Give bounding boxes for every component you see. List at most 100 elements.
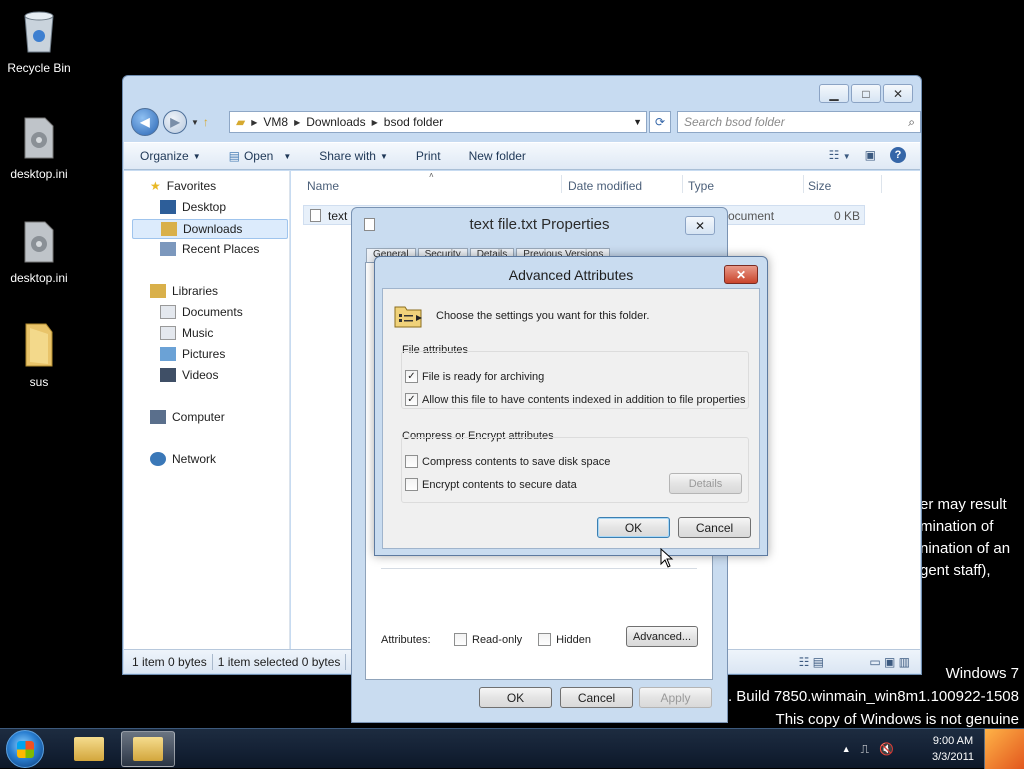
desktop-ini-file-2[interactable]: desktop.ini: [1, 220, 77, 285]
column-header-date-modified[interactable]: Date modified: [568, 179, 642, 193]
navigation-pane: ★ Favorites Desktop Downloads Recent Plac…: [124, 171, 290, 649]
close-button[interactable]: ✕: [685, 216, 715, 235]
address-bar[interactable]: ▰ ▶ VM8 ▶ Downloads ▶ bsod folder ▼: [229, 111, 647, 133]
archive-option[interactable]: ✓ File is ready for archiving: [405, 370, 544, 383]
advanced-button[interactable]: Advanced...: [626, 626, 698, 647]
dialog-title: text file.txt Properties: [469, 216, 610, 233]
encrypt-checkbox[interactable]: [405, 478, 418, 491]
column-header-size[interactable]: Size: [808, 179, 831, 193]
nav-computer[interactable]: Computer: [150, 410, 225, 424]
breadcrumb-item[interactable]: Downloads: [306, 115, 365, 129]
index-checkbox[interactable]: ✓: [405, 393, 418, 406]
column-separator[interactable]: [682, 175, 683, 193]
readonly-checkbox[interactable]: [454, 633, 467, 646]
nav-music[interactable]: Music: [160, 326, 213, 340]
refresh-button[interactable]: ⟳: [649, 111, 671, 133]
breadcrumb-arrow-icon[interactable]: ▶: [294, 118, 300, 127]
nav-documents[interactable]: Documents: [160, 305, 243, 319]
volume-muted-icon[interactable]: 🔇: [879, 742, 894, 756]
start-button[interactable]: [6, 730, 44, 768]
cancel-button[interactable]: Cancel: [560, 687, 633, 708]
folder-icon: [133, 737, 163, 761]
dialog-description: Choose the settings you want for this fo…: [436, 310, 650, 322]
desktop-icon-label: Recycle Bin: [7, 61, 71, 75]
breadcrumb-arrow-icon[interactable]: ▶: [251, 118, 257, 127]
index-option[interactable]: ✓ Allow this file to have contents index…: [405, 393, 745, 406]
address-dropdown-icon[interactable]: ▼: [633, 117, 642, 127]
index-label: Allow this file to have contents indexed…: [422, 393, 746, 406]
apply-button[interactable]: Apply: [639, 687, 712, 708]
column-header-name[interactable]: Name: [307, 179, 339, 193]
network-icon[interactable]: ⎍: [861, 742, 869, 757]
recent-pages-chevron-icon[interactable]: ▼: [191, 118, 199, 127]
change-view-icon[interactable]: ☷ ▼: [829, 148, 851, 162]
cancel-button[interactable]: Cancel: [678, 517, 751, 538]
nav-label: Documents: [182, 305, 243, 319]
hidden-checkbox[interactable]: [538, 633, 552, 646]
background-text-line: mination of: [920, 518, 994, 535]
watermark-line-2: . Build 7850.winmain_win8m1.100922-1508: [727, 688, 1019, 705]
downloads-folder-icon: [161, 222, 177, 236]
close-button[interactable]: ✕: [724, 265, 758, 284]
nav-pictures[interactable]: Pictures: [160, 347, 225, 361]
search-icon[interactable]: ⌕: [908, 115, 915, 130]
help-icon[interactable]: ?: [890, 147, 906, 163]
readonly-label: Read-only: [472, 633, 523, 646]
encrypt-option[interactable]: Encrypt contents to secure data: [405, 478, 577, 491]
new-folder-button[interactable]: New folder: [469, 149, 526, 163]
documents-icon: [160, 305, 176, 319]
search-placeholder: Search bsod folder: [684, 115, 785, 129]
show-hidden-icons-icon[interactable]: ▲: [842, 744, 851, 754]
breadcrumb-item[interactable]: bsod folder: [384, 115, 443, 129]
column-separator[interactable]: [561, 175, 562, 193]
nav-downloads[interactable]: Downloads: [132, 219, 288, 239]
minimize-button[interactable]: ▁: [819, 84, 849, 103]
share-with-button[interactable]: Share with ▼: [319, 149, 388, 163]
nav-recent-places[interactable]: Recent Places: [160, 242, 259, 256]
column-separator[interactable]: [803, 175, 804, 193]
nav-network[interactable]: Network: [150, 452, 216, 466]
column-header-type[interactable]: Type: [688, 179, 714, 193]
print-button[interactable]: Print: [416, 149, 441, 163]
trash-icon: [1, 8, 77, 57]
details-button[interactable]: Details: [669, 473, 742, 494]
layout-icons[interactable]: ▭ ▣ ▥: [869, 655, 910, 669]
archive-checkbox[interactable]: ✓: [405, 370, 418, 383]
details-view-icon[interactable]: ☷ ▤: [799, 655, 824, 669]
column-separator[interactable]: [881, 175, 882, 193]
archive-label: File is ready for archiving: [422, 370, 545, 383]
nav-videos[interactable]: Videos: [160, 368, 218, 382]
nav-favorites[interactable]: ★ Favorites: [150, 179, 216, 193]
desktop-ini-file-1[interactable]: desktop.ini: [1, 116, 77, 181]
sus-folder[interactable]: sus: [1, 320, 77, 389]
maximize-button[interactable]: □: [851, 84, 881, 103]
open-button[interactable]: ▤ Open ▼: [229, 149, 292, 163]
compress-option[interactable]: Compress contents to save disk space: [405, 455, 610, 468]
videos-icon: [160, 368, 176, 382]
ok-button[interactable]: OK: [479, 687, 552, 708]
search-input[interactable]: Search bsod folder ⌕: [677, 111, 921, 133]
taskbar-explorer-button-active[interactable]: [121, 731, 175, 767]
forward-button[interactable]: ▶: [163, 110, 187, 134]
ok-button[interactable]: OK: [597, 517, 670, 538]
breadcrumb-arrow-icon[interactable]: ▶: [372, 118, 378, 127]
nav-label: Videos: [182, 368, 219, 382]
taskbar-explorer-button[interactable]: [62, 731, 116, 767]
breadcrumb-item[interactable]: VM8: [263, 115, 288, 129]
up-folder-icon[interactable]: ↑: [203, 115, 209, 129]
nav-libraries[interactable]: Libraries: [150, 284, 218, 298]
pictures-icon: [160, 347, 176, 361]
show-desktop-button[interactable]: [984, 729, 1024, 769]
nav-desktop[interactable]: Desktop: [160, 200, 226, 214]
back-button[interactable]: ◀: [131, 108, 159, 136]
compress-checkbox[interactable]: [405, 455, 418, 468]
file-name: text: [328, 209, 348, 223]
encrypt-label: Encrypt contents to secure data: [422, 478, 577, 491]
clock[interactable]: 9:00 AM 3/3/2011: [932, 733, 974, 765]
preview-pane-icon[interactable]: ▣: [865, 148, 876, 162]
recycle-bin-icon[interactable]: Recycle Bin: [1, 8, 77, 75]
dialog-title: Advanced Attributes: [508, 267, 634, 283]
advanced-attributes-dialog: Advanced Attributes ✕ Choose the setting…: [374, 256, 768, 556]
organize-button[interactable]: Organize ▼: [140, 149, 201, 163]
close-button[interactable]: ✕: [883, 84, 913, 103]
